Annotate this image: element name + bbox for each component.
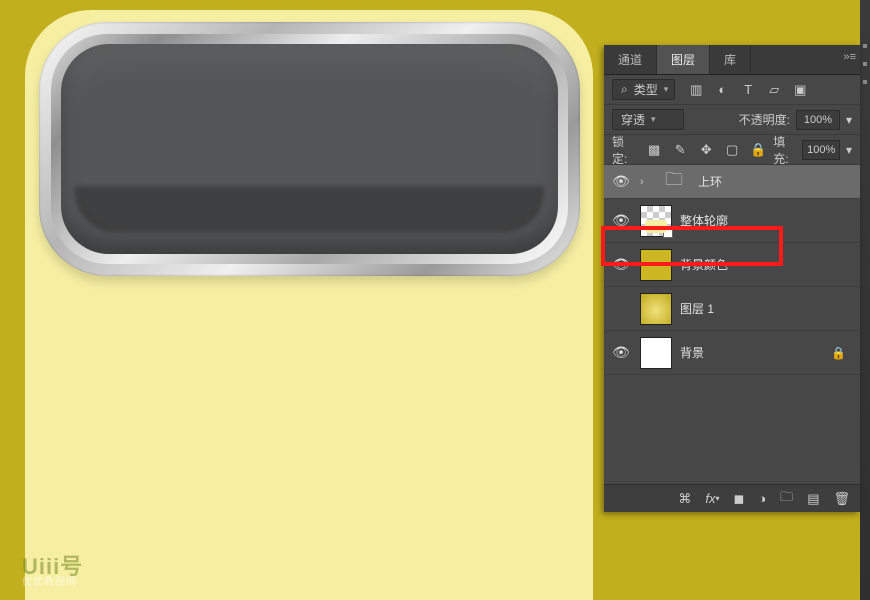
layer-name: 图层 1 bbox=[680, 300, 714, 317]
smart-object-badge bbox=[663, 228, 673, 238]
lock-icon: 🔒 bbox=[831, 346, 846, 360]
lock-label: 锁定: bbox=[612, 133, 635, 167]
filter-type-dropdown[interactable]: ⌕ 类型 ▾ bbox=[612, 79, 675, 100]
layer-row-layer1[interactable]: 图层 1 bbox=[604, 287, 860, 331]
fill-value[interactable]: 100% bbox=[802, 140, 840, 160]
chevron-right-icon[interactable]: › bbox=[640, 176, 650, 188]
opacity-label: 不透明度: bbox=[739, 111, 790, 128]
layer-thumbnail bbox=[640, 337, 672, 369]
metal-ring-outer bbox=[39, 22, 580, 276]
panel-tabs: 通道 图层 库 »≡ bbox=[604, 45, 860, 75]
dark-plate bbox=[61, 44, 558, 254]
blend-row: 穿透 ▾ 不透明度: 100% ▾ bbox=[604, 105, 860, 135]
watermark: Uiii号 优优教程网 bbox=[22, 556, 83, 588]
lock-all-icon[interactable]: 🔒 bbox=[749, 141, 767, 159]
fill-label: 填充: bbox=[773, 133, 796, 167]
watermark-subtitle: 优优教程网 bbox=[22, 578, 83, 588]
layer-row-group-top[interactable]: 👁 › 🗀 上环 bbox=[604, 165, 860, 199]
lock-row: 锁定: ▩ ✎ ✥ ▢ 🔒 填充: 100% ▾ bbox=[604, 135, 860, 165]
layer-thumbnail bbox=[640, 293, 672, 325]
adjust-icon[interactable]: ◐ bbox=[713, 81, 731, 99]
adjustment-icon[interactable]: ◑ bbox=[758, 490, 766, 508]
opacity-value[interactable]: 100% bbox=[796, 110, 840, 130]
watermark-title: Uiii号 bbox=[22, 554, 83, 579]
link-icon[interactable]: ⌘ bbox=[678, 490, 691, 508]
blend-mode-dropdown[interactable]: 穿透 ▾ bbox=[612, 109, 684, 130]
new-layer-icon[interactable]: ▤ bbox=[807, 490, 819, 508]
layer-row-bg-color[interactable]: 👁 背景颜色 bbox=[604, 243, 860, 287]
search-icon: ⌕ bbox=[621, 82, 628, 97]
layer-thumbnail bbox=[640, 249, 672, 281]
lock-position-icon[interactable]: ✥ bbox=[697, 141, 715, 159]
fx-icon[interactable]: fx▾ bbox=[705, 490, 719, 508]
mask-icon[interactable]: ◼ bbox=[734, 490, 745, 508]
filter-row: ⌕ 类型 ▾ ▥ ◐ T ▱ ▣ bbox=[604, 75, 860, 105]
visibility-toggle[interactable]: 👁 bbox=[610, 256, 632, 273]
layer-name: 上环 bbox=[698, 173, 722, 190]
lock-brush-icon[interactable]: ✎ bbox=[671, 141, 689, 159]
metal-ring-inner bbox=[51, 34, 568, 264]
group-icon[interactable]: 🗀 bbox=[780, 490, 793, 508]
layer-name: 整体轮廓 bbox=[680, 212, 728, 229]
layer-name: 背景 bbox=[680, 344, 704, 361]
dock-edge bbox=[860, 0, 870, 600]
shape-icon[interactable]: ▱ bbox=[765, 81, 783, 99]
layer-row-outline[interactable]: 👁 整体轮廓 bbox=[604, 199, 860, 243]
image-icon[interactable]: ▥ bbox=[687, 81, 705, 99]
chevron-down-icon: ▾ bbox=[651, 114, 656, 125]
layer-row-background[interactable]: 👁 背景 🔒 bbox=[604, 331, 860, 375]
canvas-area: Uiii号 优优教程网 bbox=[0, 0, 604, 600]
chevron-down-icon[interactable]: ▾ bbox=[846, 143, 852, 157]
lock-artboard-icon[interactable]: ▢ bbox=[723, 141, 741, 159]
trash-icon[interactable]: 🗑 bbox=[833, 490, 850, 508]
tab-channels[interactable]: 通道 bbox=[604, 45, 657, 74]
chevron-down-icon[interactable]: ▾ bbox=[846, 113, 852, 127]
tab-library[interactable]: 库 bbox=[710, 45, 751, 74]
blend-mode-value: 穿透 bbox=[621, 111, 645, 128]
text-icon[interactable]: T bbox=[739, 81, 757, 99]
layer-thumbnail bbox=[640, 205, 672, 237]
layer-list: 👁 › 🗀 上环 👁 整体轮廓 👁 背景颜色 图层 1 👁 背景 � bbox=[604, 165, 860, 484]
tab-layers[interactable]: 图层 bbox=[657, 45, 710, 74]
panel-menu-icon[interactable]: »≡ bbox=[843, 51, 856, 63]
filter-type-label: 类型 bbox=[634, 81, 658, 98]
visibility-toggle[interactable]: 👁 bbox=[610, 344, 632, 361]
visibility-toggle[interactable]: 👁 bbox=[610, 212, 632, 229]
visibility-toggle[interactable]: 👁 bbox=[610, 173, 632, 190]
lock-pixels-icon[interactable]: ▩ bbox=[645, 141, 663, 159]
layers-panel: 通道 图层 库 »≡ ⌕ 类型 ▾ ▥ ◐ T ▱ ▣ 穿透 ▾ 不透明度: 1… bbox=[604, 45, 860, 512]
panel-footer: ⌘ fx▾ ◼ ◑ 🗀 ▤ 🗑 bbox=[604, 484, 860, 512]
folder-icon: 🗀 bbox=[658, 166, 690, 198]
chevron-down-icon: ▾ bbox=[664, 84, 669, 95]
layer-name: 背景颜色 bbox=[680, 256, 728, 273]
smart-icon[interactable]: ▣ bbox=[791, 81, 809, 99]
